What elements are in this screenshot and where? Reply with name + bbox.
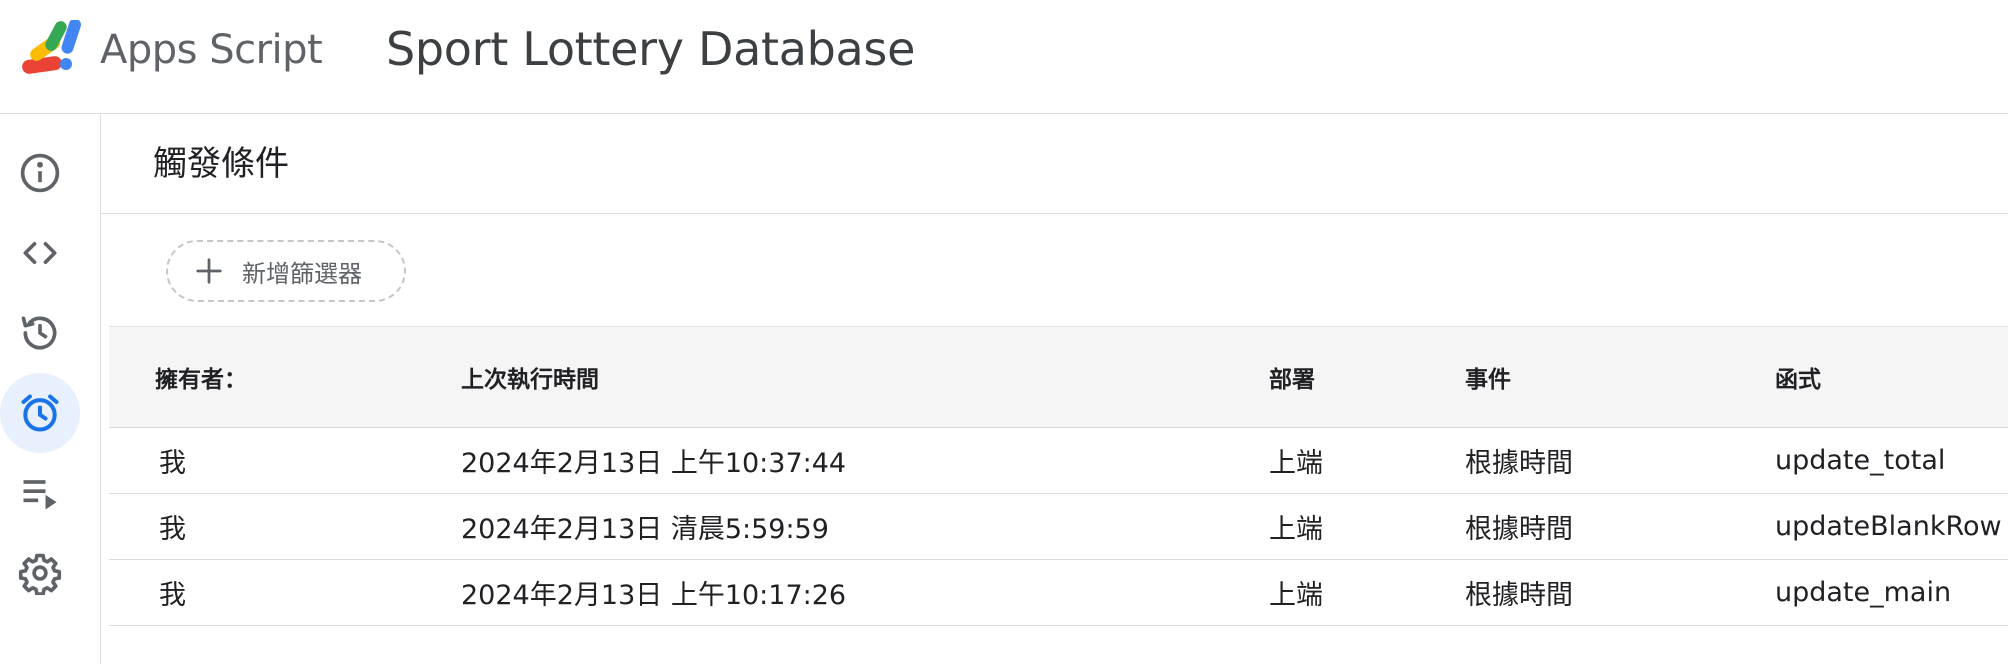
history-icon bbox=[21, 316, 57, 350]
code-icon bbox=[23, 242, 57, 264]
column-header-owner[interactable]: 擁有者： bbox=[155, 327, 247, 427]
event-cell: 根據時間 bbox=[1465, 448, 1573, 479]
owner-cell: 我 bbox=[159, 448, 186, 479]
table-row[interactable]: 我 2024年2月13日 上午10:37:44 上端 根據時間 update_t… bbox=[109, 428, 2008, 494]
app-header: Apps Script Sport Lottery Database bbox=[0, 0, 2008, 114]
sidebar-nav bbox=[0, 114, 101, 664]
table-header: 擁有者： 上次執行時間 部署 事件 函式 bbox=[109, 326, 2008, 428]
playlist-play-icon bbox=[23, 480, 57, 510]
info-icon bbox=[20, 153, 60, 193]
function-cell: update_main bbox=[1775, 577, 1952, 608]
table-row[interactable]: 我 2024年2月13日 清晨5:59:59 上端 根據時間 updateBla… bbox=[109, 494, 2008, 560]
deployment-cell: 上端 bbox=[1269, 514, 1323, 545]
column-header-deployment[interactable]: 部署 bbox=[1269, 327, 1315, 427]
main-content: 觸發條件 新增篩選器 擁有者： 上次執行時間 部署 事件 函式 我 2024年2… bbox=[101, 114, 2008, 664]
table-row[interactable]: 我 2024年2月13日 上午10:17:26 上端 根據時間 update_m… bbox=[109, 560, 2008, 626]
sidebar-item-triggers[interactable] bbox=[0, 373, 80, 453]
last-run-cell: 2024年2月13日 上午10:17:26 bbox=[461, 580, 847, 611]
page-title: 觸發條件 bbox=[153, 144, 289, 184]
sidebar-item-overview[interactable] bbox=[0, 133, 80, 213]
sidebar-item-editor[interactable] bbox=[0, 213, 80, 293]
owner-cell: 我 bbox=[159, 580, 186, 611]
deployment-cell: 上端 bbox=[1269, 448, 1323, 479]
plus-icon bbox=[196, 258, 222, 284]
event-cell: 根據時間 bbox=[1465, 580, 1573, 611]
divider bbox=[101, 213, 2008, 214]
function-cell: update_total bbox=[1775, 445, 1946, 476]
last-run-cell: 2024年2月13日 上午10:37:44 bbox=[461, 448, 847, 479]
column-header-last-run[interactable]: 上次執行時間 bbox=[461, 327, 599, 427]
sidebar-item-history[interactable] bbox=[0, 293, 80, 373]
event-cell: 根據時間 bbox=[1465, 514, 1573, 545]
deployment-cell: 上端 bbox=[1269, 580, 1323, 611]
last-run-cell: 2024年2月13日 清晨5:59:59 bbox=[461, 514, 829, 545]
add-filter-button[interactable]: 新增篩選器 bbox=[166, 240, 406, 302]
project-title: Sport Lottery Database bbox=[386, 22, 916, 76]
product-name: Apps Script bbox=[100, 27, 323, 73]
gear-icon bbox=[18, 553, 62, 595]
sidebar-item-settings[interactable] bbox=[0, 533, 80, 613]
owner-cell: 我 bbox=[159, 514, 186, 545]
sidebar-item-executions[interactable] bbox=[0, 453, 80, 533]
apps-script-logo-icon[interactable] bbox=[20, 20, 90, 76]
triggers-table: 擁有者： 上次執行時間 部署 事件 函式 我 2024年2月13日 上午10:3… bbox=[109, 326, 2008, 626]
column-header-event[interactable]: 事件 bbox=[1465, 327, 1511, 427]
alarm-clock-icon bbox=[21, 394, 59, 432]
column-header-function[interactable]: 函式 bbox=[1775, 327, 1821, 427]
function-cell: updateBlankRow bbox=[1775, 511, 2002, 542]
add-filter-label: 新增篩選器 bbox=[242, 259, 362, 288]
